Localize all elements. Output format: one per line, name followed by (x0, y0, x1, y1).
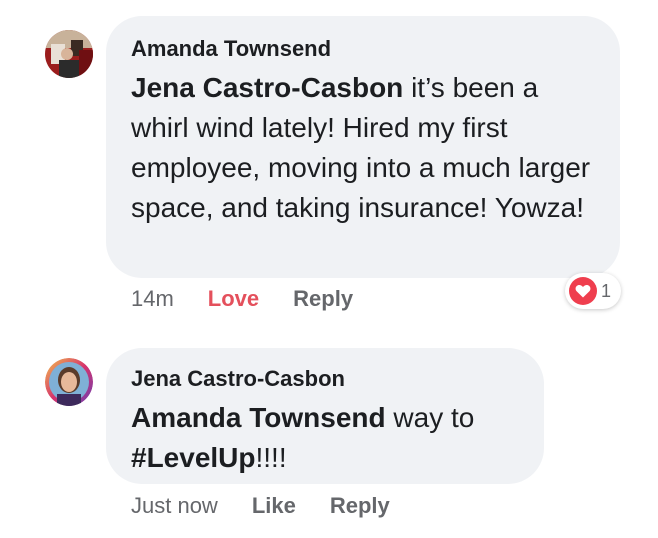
comment-timestamp[interactable]: Just now (131, 493, 218, 519)
mention-link[interactable]: Amanda Townsend (131, 402, 386, 433)
comment-body: way to (385, 402, 475, 433)
comment-author[interactable]: Jena Castro-Casbon (131, 366, 345, 392)
reaction-summary[interactable]: 1 (565, 273, 621, 309)
hashtag-link[interactable]: #LevelUp (131, 442, 256, 473)
comment-bubble: Jena Castro-Casbon Amanda Townsend way t… (106, 348, 544, 484)
reply-button[interactable]: Reply (330, 493, 390, 519)
comment-bubble: Amanda Townsend Jena Castro-Casbon it’s … (106, 16, 620, 278)
avatar[interactable] (45, 358, 93, 406)
comment-author[interactable]: Amanda Townsend (131, 36, 331, 62)
comment-actions: Just now Like Reply (131, 493, 390, 519)
avatar[interactable] (45, 30, 93, 78)
comment: Amanda Townsend Jena Castro-Casbon it’s … (0, 0, 658, 330)
comment-actions: 14m Love Reply (131, 286, 353, 312)
comment-text: Amanda Townsend way to #LevelUp!!!! (131, 398, 520, 478)
avatar-photo-icon (45, 358, 93, 406)
like-button[interactable]: Like (252, 493, 296, 519)
comment: Jena Castro-Casbon Amanda Townsend way t… (0, 338, 658, 538)
avatar-photo-icon (45, 30, 93, 78)
comment-timestamp[interactable]: 14m (131, 286, 174, 312)
comment-body-end: !!!! (255, 442, 287, 473)
comment-text: Jena Castro-Casbon it’s been a whirl win… (131, 68, 596, 228)
reaction-count: 1 (601, 280, 612, 301)
reply-button[interactable]: Reply (293, 286, 353, 312)
love-button[interactable]: Love (208, 286, 259, 312)
heart-icon (569, 277, 597, 305)
mention-link[interactable]: Jena Castro-Casbon (131, 72, 403, 103)
